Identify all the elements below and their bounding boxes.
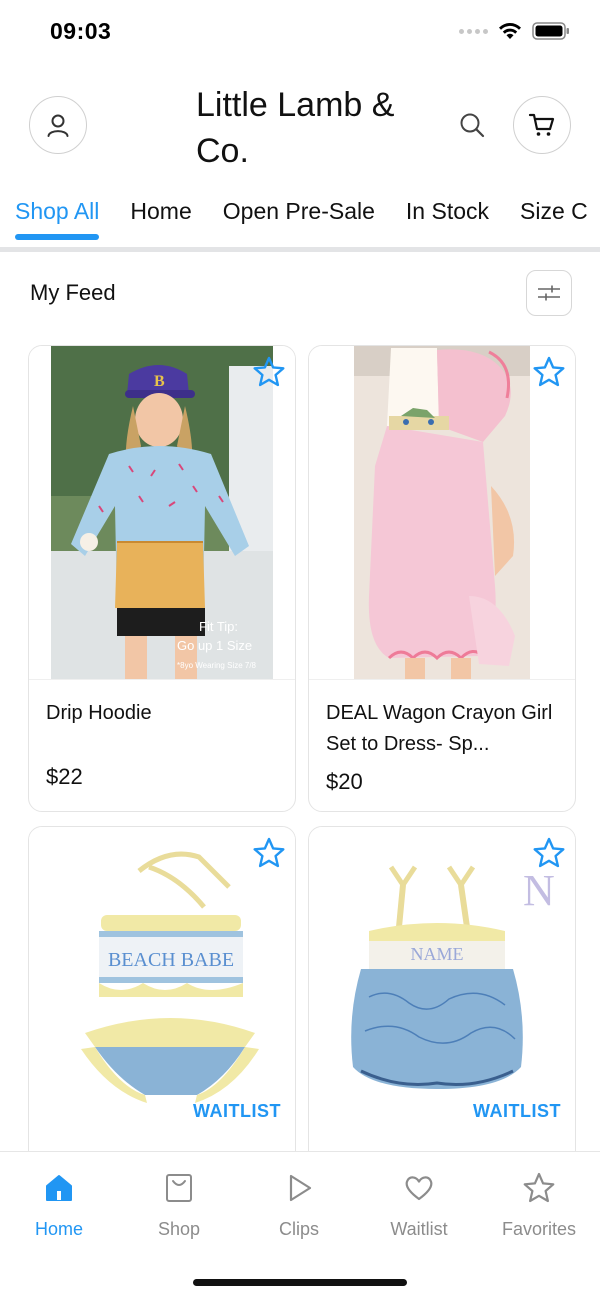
feed-header: My Feed (0, 270, 600, 320)
status-icons (459, 22, 570, 40)
search-icon (460, 113, 485, 138)
bottom-nav: Home Shop Clips Waitlist Favorites (0, 1151, 600, 1299)
star-icon (533, 837, 565, 868)
tab-in-stock[interactable]: In Stock (406, 196, 489, 240)
feed-title: My Feed (30, 280, 116, 305)
search-button[interactable] (455, 108, 489, 142)
tab-home[interactable]: Home (130, 196, 191, 240)
product-price: $20 (326, 769, 363, 794)
image-text: BEACH BABE (108, 949, 234, 971)
profile-button[interactable] (29, 96, 87, 154)
home-indicator (193, 1279, 407, 1286)
favorite-button[interactable] (251, 835, 287, 871)
star-icon (253, 837, 285, 868)
favorite-button[interactable] (531, 835, 567, 871)
image-caption-line-3: *8yo Wearing Size 7/8 (177, 661, 257, 670)
nav-shop[interactable]: Shop (124, 1168, 234, 1240)
status-bar: 09:03 (0, 0, 600, 66)
battery-icon (532, 22, 569, 40)
image-text: NAME (411, 944, 464, 964)
tab-size[interactable]: Size C (520, 196, 588, 240)
product-card[interactable]: N NAME WAITLIST (308, 826, 576, 1186)
product-photo: N NAME (351, 865, 555, 1089)
nav-home-label: Home (34, 1219, 83, 1239)
product-image[interactable] (309, 346, 575, 680)
tab-shop-all[interactable]: Shop All (15, 196, 100, 240)
nav-favorites-label: Favorites (501, 1219, 577, 1239)
product-card[interactable]: B Fit Tip: Go up 1 Size *8yo Wearing Siz… (28, 345, 296, 812)
favorite-button[interactable] (531, 354, 567, 390)
store-title: Little Lamb & Co. (196, 86, 395, 170)
product-photo: BEACH BABE (81, 851, 259, 1103)
sliders-icon (538, 285, 560, 301)
heart-icon (405, 1176, 433, 1201)
product-card[interactable]: BEACH BABE WAITLIST (28, 826, 296, 1186)
cart-button[interactable] (513, 96, 571, 154)
nav-favorites[interactable]: Favorites (484, 1168, 594, 1240)
app-header: Little Lamb & Co. (0, 70, 600, 190)
product-card[interactable]: DEAL Wagon Crayon Girl Set to Dress- Sp.… (308, 345, 576, 812)
waitlist-badge: WAITLIST (473, 1101, 561, 1121)
nav-waitlist-label: Waitlist (390, 1219, 448, 1239)
filter-button[interactable] (526, 270, 572, 316)
signal-icon (459, 28, 488, 34)
play-icon (289, 1174, 312, 1202)
product-name: Drip Hoodie (46, 702, 152, 724)
nav-home[interactable]: Home (4, 1168, 114, 1240)
star-icon (533, 356, 565, 387)
product-photo (354, 346, 530, 679)
product-image[interactable]: B Fit Tip: Go up 1 Size *8yo Wearing Siz… (29, 346, 295, 680)
shopping-bag-icon (166, 1174, 192, 1202)
star-icon (253, 356, 285, 387)
category-tabs: Shop All Home Open Pre-Sale In Stock Siz… (0, 190, 600, 252)
product-image[interactable]: N NAME WAITLIST (309, 827, 575, 1185)
status-time: 09:03 (50, 18, 112, 44)
wifi-icon (499, 23, 521, 39)
svg-text:B: B (154, 373, 165, 390)
nav-waitlist[interactable]: Waitlist (364, 1168, 474, 1240)
waitlist-badge: WAITLIST (193, 1101, 281, 1121)
nav-shop-label: Shop (157, 1219, 201, 1239)
product-price: $22 (46, 764, 83, 789)
product-image[interactable]: BEACH BABE WAITLIST (29, 827, 295, 1185)
favorite-button[interactable] (251, 354, 287, 390)
product-photo: B Fit Tip: Go up 1 Size *8yo Wearing Siz… (51, 346, 273, 679)
nav-clips-label: Clips (278, 1219, 319, 1239)
image-caption-line-1: Fit Tip: (199, 619, 238, 634)
image-letter: N (523, 866, 555, 915)
image-caption-line-2: Go up 1 Size (177, 638, 252, 653)
user-icon (47, 114, 69, 137)
product-name: DEAL Wagon Crayon Girl Set to Dress- Sp.… (326, 702, 553, 755)
cart-icon (528, 113, 555, 136)
tab-open-pre-sale[interactable]: Open Pre-Sale (223, 196, 375, 240)
star-icon (523, 1172, 555, 1203)
home-icon (46, 1175, 72, 1201)
nav-clips[interactable]: Clips (244, 1168, 354, 1240)
